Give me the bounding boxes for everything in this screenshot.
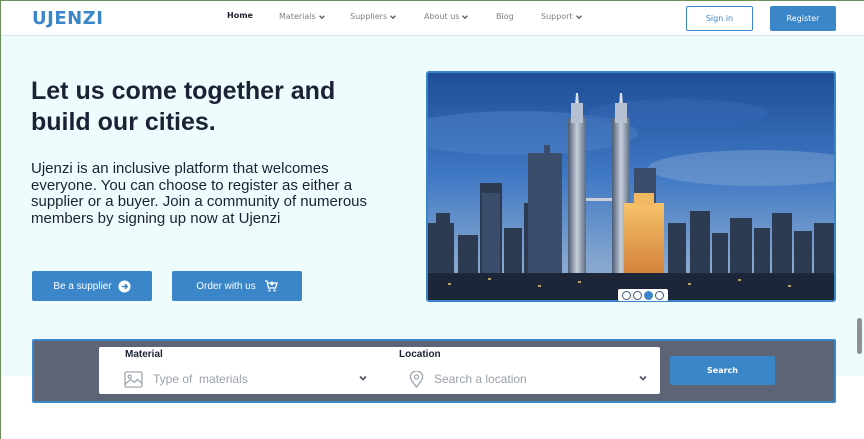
be-a-supplier-label: Be a supplier: [53, 280, 112, 292]
nav-materials[interactable]: Materials: [279, 12, 326, 21]
image-icon: [124, 370, 143, 388]
register-button[interactable]: Register: [770, 6, 836, 31]
nav-blog[interactable]: Blog: [496, 12, 514, 21]
nav-suppliers[interactable]: Suppliers: [350, 12, 397, 21]
logo[interactable]: UJENZI: [32, 8, 103, 29]
location-input[interactable]: Search a location: [409, 368, 624, 390]
chevron-down-icon: [390, 14, 397, 19]
nav-about[interactable]: About us: [424, 12, 469, 21]
search-button[interactable]: Search: [670, 356, 775, 385]
carousel-dot-active[interactable]: [644, 290, 653, 300]
scrollbar-thumb[interactable]: [857, 318, 862, 354]
nav-home[interactable]: Home: [227, 11, 253, 20]
hero-headline: Let us come together and build our citie…: [31, 77, 336, 136]
nav-home-label: Home: [227, 11, 253, 20]
sign-in-button[interactable]: Sign in: [686, 6, 753, 31]
cart-icon: [264, 280, 278, 292]
location-label: Location: [399, 349, 441, 360]
nav-support-label: Support: [541, 12, 573, 21]
hero-city-image: [426, 71, 836, 302]
arrow-right-circle-icon: [118, 279, 131, 293]
nav-blog-label: Blog: [496, 12, 514, 21]
chevron-down-icon[interactable]: [638, 373, 648, 383]
chevron-down-icon[interactable]: [358, 373, 368, 383]
city-skyline-illustration: [428, 73, 834, 300]
order-with-us-button[interactable]: Order with us: [172, 271, 302, 301]
order-with-us-label: Order with us: [196, 280, 256, 292]
carousel-dot[interactable]: [655, 290, 664, 300]
hero-description: Ujenzi is an inclusive platform that wel…: [31, 160, 367, 227]
material-label: Material: [125, 349, 163, 360]
location-pin-icon: [409, 370, 424, 388]
carousel-indicators: [618, 289, 668, 301]
carousel-dot[interactable]: [622, 290, 631, 300]
nav-suppliers-label: Suppliers: [350, 12, 388, 21]
be-a-supplier-button[interactable]: Be a supplier: [32, 271, 152, 301]
material-placeholder: Type of materials: [153, 372, 248, 386]
material-input[interactable]: Type of materials: [124, 368, 349, 390]
nav-support[interactable]: Support: [541, 12, 583, 21]
chevron-down-icon: [462, 14, 469, 19]
nav-materials-label: Materials: [279, 12, 316, 21]
nav-about-label: About us: [424, 12, 460, 21]
chevron-down-icon: [318, 14, 325, 19]
carousel-dot[interactable]: [633, 290, 642, 300]
location-placeholder: Search a location: [434, 372, 527, 386]
chevron-down-icon: [575, 14, 582, 19]
